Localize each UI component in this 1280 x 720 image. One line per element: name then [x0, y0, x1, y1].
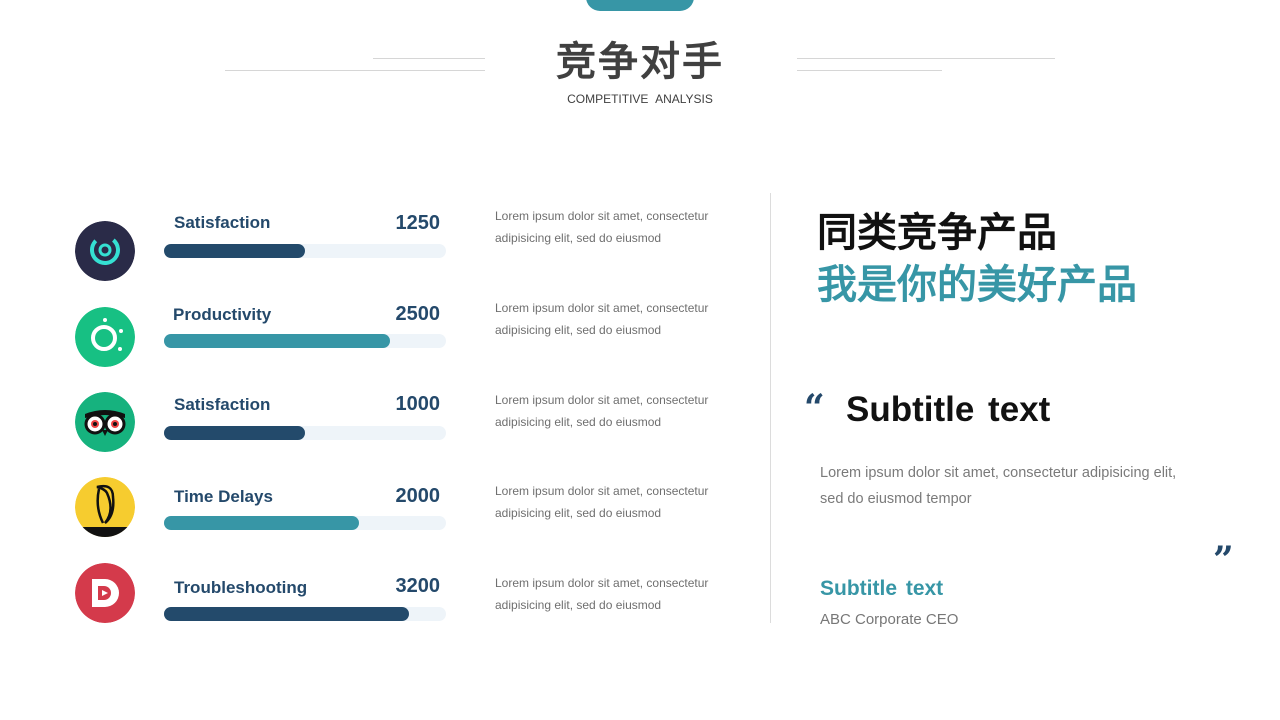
- progress-track: [164, 516, 446, 530]
- progress-fill: [164, 426, 305, 440]
- metric-value: 1250: [395, 212, 441, 234]
- metric-row: Troubleshooting 3200 Lorem ipsum dolor s…: [0, 563, 760, 662]
- metric-value: 2500: [395, 303, 441, 325]
- headline-accent: 我是你的美好产品: [817, 263, 1137, 307]
- progress-fill: [164, 516, 359, 530]
- page-title: 竞争对手: [556, 40, 724, 84]
- quote-subtitle: Subtitle text: [846, 390, 1051, 429]
- d-logo-icon: [75, 563, 135, 623]
- banana-icon: [75, 477, 135, 537]
- header-tab-decoration: [586, 0, 694, 11]
- metric-description: Lorem ipsum dolor sit amet, consectetur a…: [495, 393, 709, 429]
- progress-track: [164, 244, 446, 258]
- author-role: ABC Corporate CEO: [820, 611, 959, 628]
- metric-row: Satisfaction 1000 Lorem ipsum dolor sit …: [0, 389, 760, 479]
- metric-description: Lorem ipsum dolor sit amet, consectetur a…: [495, 209, 709, 245]
- open-quote-icon: “: [804, 387, 825, 429]
- metric-label: Time Delays: [174, 487, 273, 506]
- author-name: Subtitle text: [820, 577, 944, 600]
- ring-icon: [75, 307, 135, 367]
- page-subtitle: COMPETITIVE ANALYSIS: [567, 92, 713, 106]
- metric-row: Satisfaction 1250 Lorem ipsum dolor sit …: [0, 205, 760, 295]
- metric-row: Productivity 2500 Lorem ipsum dolor sit …: [0, 297, 760, 387]
- metric-description: Lorem ipsum dolor sit amet, consectetur a…: [495, 484, 709, 520]
- vertical-divider: [770, 193, 771, 623]
- metric-label: Productivity: [173, 305, 272, 324]
- metric-value: 1000: [395, 393, 441, 415]
- metric-label: Satisfaction: [174, 213, 271, 232]
- progress-fill: [164, 334, 390, 348]
- quote-text: Lorem ipsum dolor sit amet, consectetur …: [820, 465, 1177, 507]
- target-icon: [75, 221, 135, 281]
- metric-row: Time Delays 2000 Lorem ipsum dolor sit a…: [0, 477, 760, 570]
- metric-label: Troubleshooting: [174, 578, 308, 597]
- progress-track: [164, 334, 446, 348]
- progress-track: [164, 607, 446, 621]
- progress-track: [164, 426, 446, 440]
- metric-description: Lorem ipsum dolor sit amet, consectetur a…: [495, 301, 709, 337]
- close-quote-icon: ”: [1213, 539, 1234, 581]
- progress-fill: [164, 607, 410, 621]
- metric-description: Lorem ipsum dolor sit amet, consectetur a…: [495, 576, 709, 612]
- headline-primary: 同类竞争产品: [817, 211, 1057, 255]
- metric-value: 2000: [395, 485, 441, 507]
- metric-label: Satisfaction: [174, 395, 271, 414]
- metric-value: 3200: [395, 575, 441, 597]
- progress-fill: [164, 244, 305, 258]
- owl-icon: [75, 392, 135, 452]
